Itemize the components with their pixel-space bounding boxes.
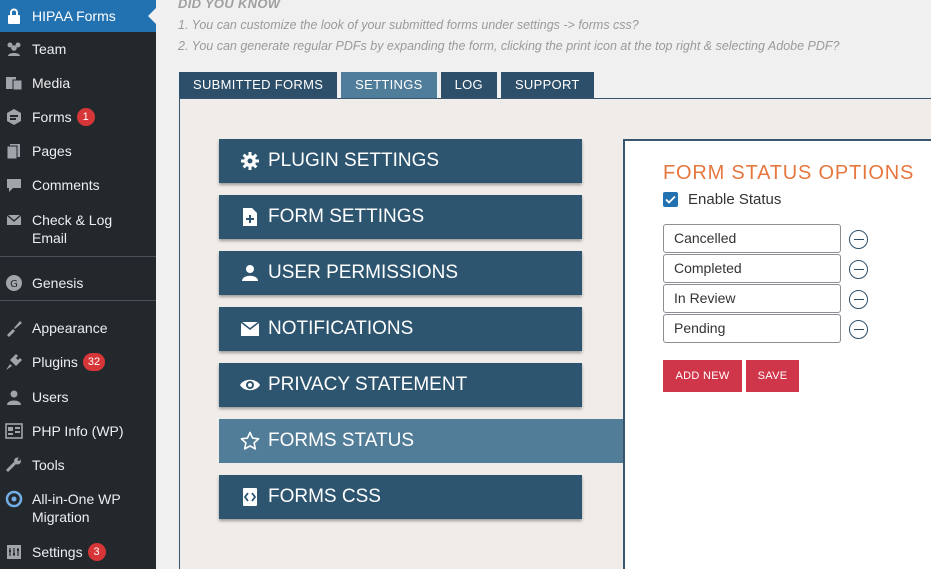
tab-settings[interactable]: SETTINGS: [341, 72, 437, 98]
sidebar-item-appearance[interactable]: Appearance: [0, 319, 156, 337]
team-icon: [5, 40, 23, 58]
button-label: FORM SETTINGS: [268, 206, 425, 227]
button-label: NOTIFICATIONS: [268, 318, 414, 339]
save-button[interactable]: SAVE: [746, 360, 799, 392]
user-icon: [239, 262, 261, 284]
sidebar-item-team[interactable]: Team: [0, 40, 156, 58]
sidebar-item-label: Media: [32, 75, 71, 91]
sidebar-item-label: Appearance: [32, 320, 108, 336]
menu-separator: [0, 256, 156, 257]
file-plus-icon: [239, 206, 261, 228]
sidebar-item-label: PHP Info (WP): [32, 423, 124, 439]
admin-sidebar: HIPAA Forms Team Media Forms 1 Pages Com…: [0, 0, 156, 569]
remove-option-icon[interactable]: [849, 320, 868, 339]
pages-icon: [5, 142, 23, 160]
form-status-title: FORM STATUS OPTIONS: [663, 162, 915, 184]
sidebar-item-label: Genesis: [32, 275, 84, 291]
migration-icon: [5, 490, 23, 508]
sidebar-item-comments[interactable]: Comments: [0, 176, 156, 194]
svg-text:G: G: [10, 279, 18, 290]
sidebar-item-label: All-in-One WP Migration: [32, 491, 121, 525]
sidebar-item-check-log-email[interactable]: Check & Log Email: [0, 211, 156, 247]
comments-icon: [5, 176, 23, 194]
forms-css-button[interactable]: FORMS CSS: [219, 475, 582, 519]
settings-icon: [5, 543, 23, 561]
envelope-icon: [239, 318, 261, 340]
sidebar-item-label: Comments: [32, 177, 100, 193]
enable-status-label: Enable Status: [688, 191, 782, 208]
tab-submitted-forms[interactable]: SUBMITTED FORMS: [179, 72, 338, 98]
sidebar-item-plugins[interactable]: Plugins 32: [0, 353, 156, 371]
sidebar-item-forms[interactable]: Forms 1: [0, 108, 156, 126]
genesis-icon: G: [5, 274, 23, 292]
sidebar-item-settings[interactable]: Settings 3: [0, 543, 156, 561]
lock-icon: [5, 7, 23, 25]
main-tabs: SUBMITTED FORMS SETTINGS LOG SUPPORT: [179, 72, 594, 98]
sidebar-item-hipaa-forms[interactable]: HIPAA Forms: [0, 0, 156, 32]
remove-option-icon[interactable]: [849, 260, 868, 279]
button-label: PRIVACY STATEMENT: [268, 374, 468, 395]
status-option-input[interactable]: In Review: [663, 284, 841, 313]
enable-status-checkbox[interactable]: [663, 192, 678, 207]
sidebar-item-label: Settings: [32, 544, 83, 560]
php-info-icon: [5, 422, 23, 440]
sidebar-item-label: Pages: [32, 143, 72, 159]
current-page-arrow: [148, 8, 156, 24]
sidebar-item-php-info[interactable]: PHP Info (WP): [0, 422, 156, 440]
notification-badge: 32: [82, 353, 106, 371]
status-option-input[interactable]: Completed: [663, 254, 841, 283]
media-icon: [5, 74, 23, 92]
sidebar-item-label: Forms: [32, 109, 72, 125]
button-label: FORMS CSS: [268, 486, 381, 507]
appearance-icon: [5, 319, 23, 337]
tab-log[interactable]: LOG: [440, 72, 497, 98]
sidebar-item-all-in-one-migration[interactable]: All-in-One WP Migration: [0, 490, 156, 526]
forms-status-button[interactable]: FORMS STATUS: [219, 419, 624, 463]
remove-option-icon[interactable]: [849, 290, 868, 309]
tip-line: 1. You can customize the look of your su…: [178, 18, 639, 32]
status-option-input[interactable]: Cancelled: [663, 224, 841, 253]
sidebar-item-label: Plugins: [32, 354, 78, 370]
sidebar-item-tools[interactable]: Tools: [0, 456, 156, 474]
sidebar-item-media[interactable]: Media: [0, 74, 156, 92]
button-label: USER PERMISSIONS: [268, 262, 459, 283]
email-icon: [5, 211, 23, 229]
users-icon: [5, 388, 23, 406]
remove-option-icon[interactable]: [849, 230, 868, 249]
eye-icon: [239, 374, 261, 396]
sidebar-item-label: Tools: [32, 457, 65, 473]
privacy-statement-button[interactable]: PRIVACY STATEMENT: [219, 363, 582, 407]
tip-line: 2. You can generate regular PDFs by expa…: [178, 39, 840, 53]
notification-badge: 1: [76, 108, 95, 126]
button-label: PLUGIN SETTINGS: [268, 150, 440, 171]
tools-icon: [5, 456, 23, 474]
sidebar-item-label: Users: [32, 389, 69, 405]
star-icon: [239, 430, 261, 452]
code-file-icon: [239, 486, 261, 508]
tab-support[interactable]: SUPPORT: [500, 72, 594, 98]
sidebar-item-pages[interactable]: Pages: [0, 142, 156, 160]
plugin-settings-button[interactable]: PLUGIN SETTINGS: [219, 139, 582, 183]
plugins-icon: [5, 353, 23, 371]
form-settings-button[interactable]: FORM SETTINGS: [219, 195, 582, 239]
enable-status-row[interactable]: Enable Status: [663, 191, 781, 208]
sidebar-item-label: Team: [32, 41, 67, 57]
forms-icon: [5, 108, 23, 126]
menu-separator: [0, 300, 156, 301]
sidebar-item-genesis[interactable]: G Genesis: [0, 274, 156, 292]
gear-icon: [239, 150, 261, 172]
notifications-button[interactable]: NOTIFICATIONS: [219, 307, 582, 351]
sidebar-item-label: Check & Log Email: [32, 212, 113, 246]
did-you-know-title: DID YOU KNOW: [178, 0, 281, 11]
button-label: FORMS STATUS: [268, 430, 415, 451]
sidebar-item-users[interactable]: Users: [0, 388, 156, 406]
add-new-button[interactable]: ADD NEW: [663, 360, 742, 392]
sidebar-item-label: HIPAA Forms: [32, 8, 116, 24]
status-option-input[interactable]: Pending: [663, 314, 841, 343]
user-permissions-button[interactable]: USER PERMISSIONS: [219, 251, 582, 295]
notification-badge: 3: [87, 543, 106, 561]
